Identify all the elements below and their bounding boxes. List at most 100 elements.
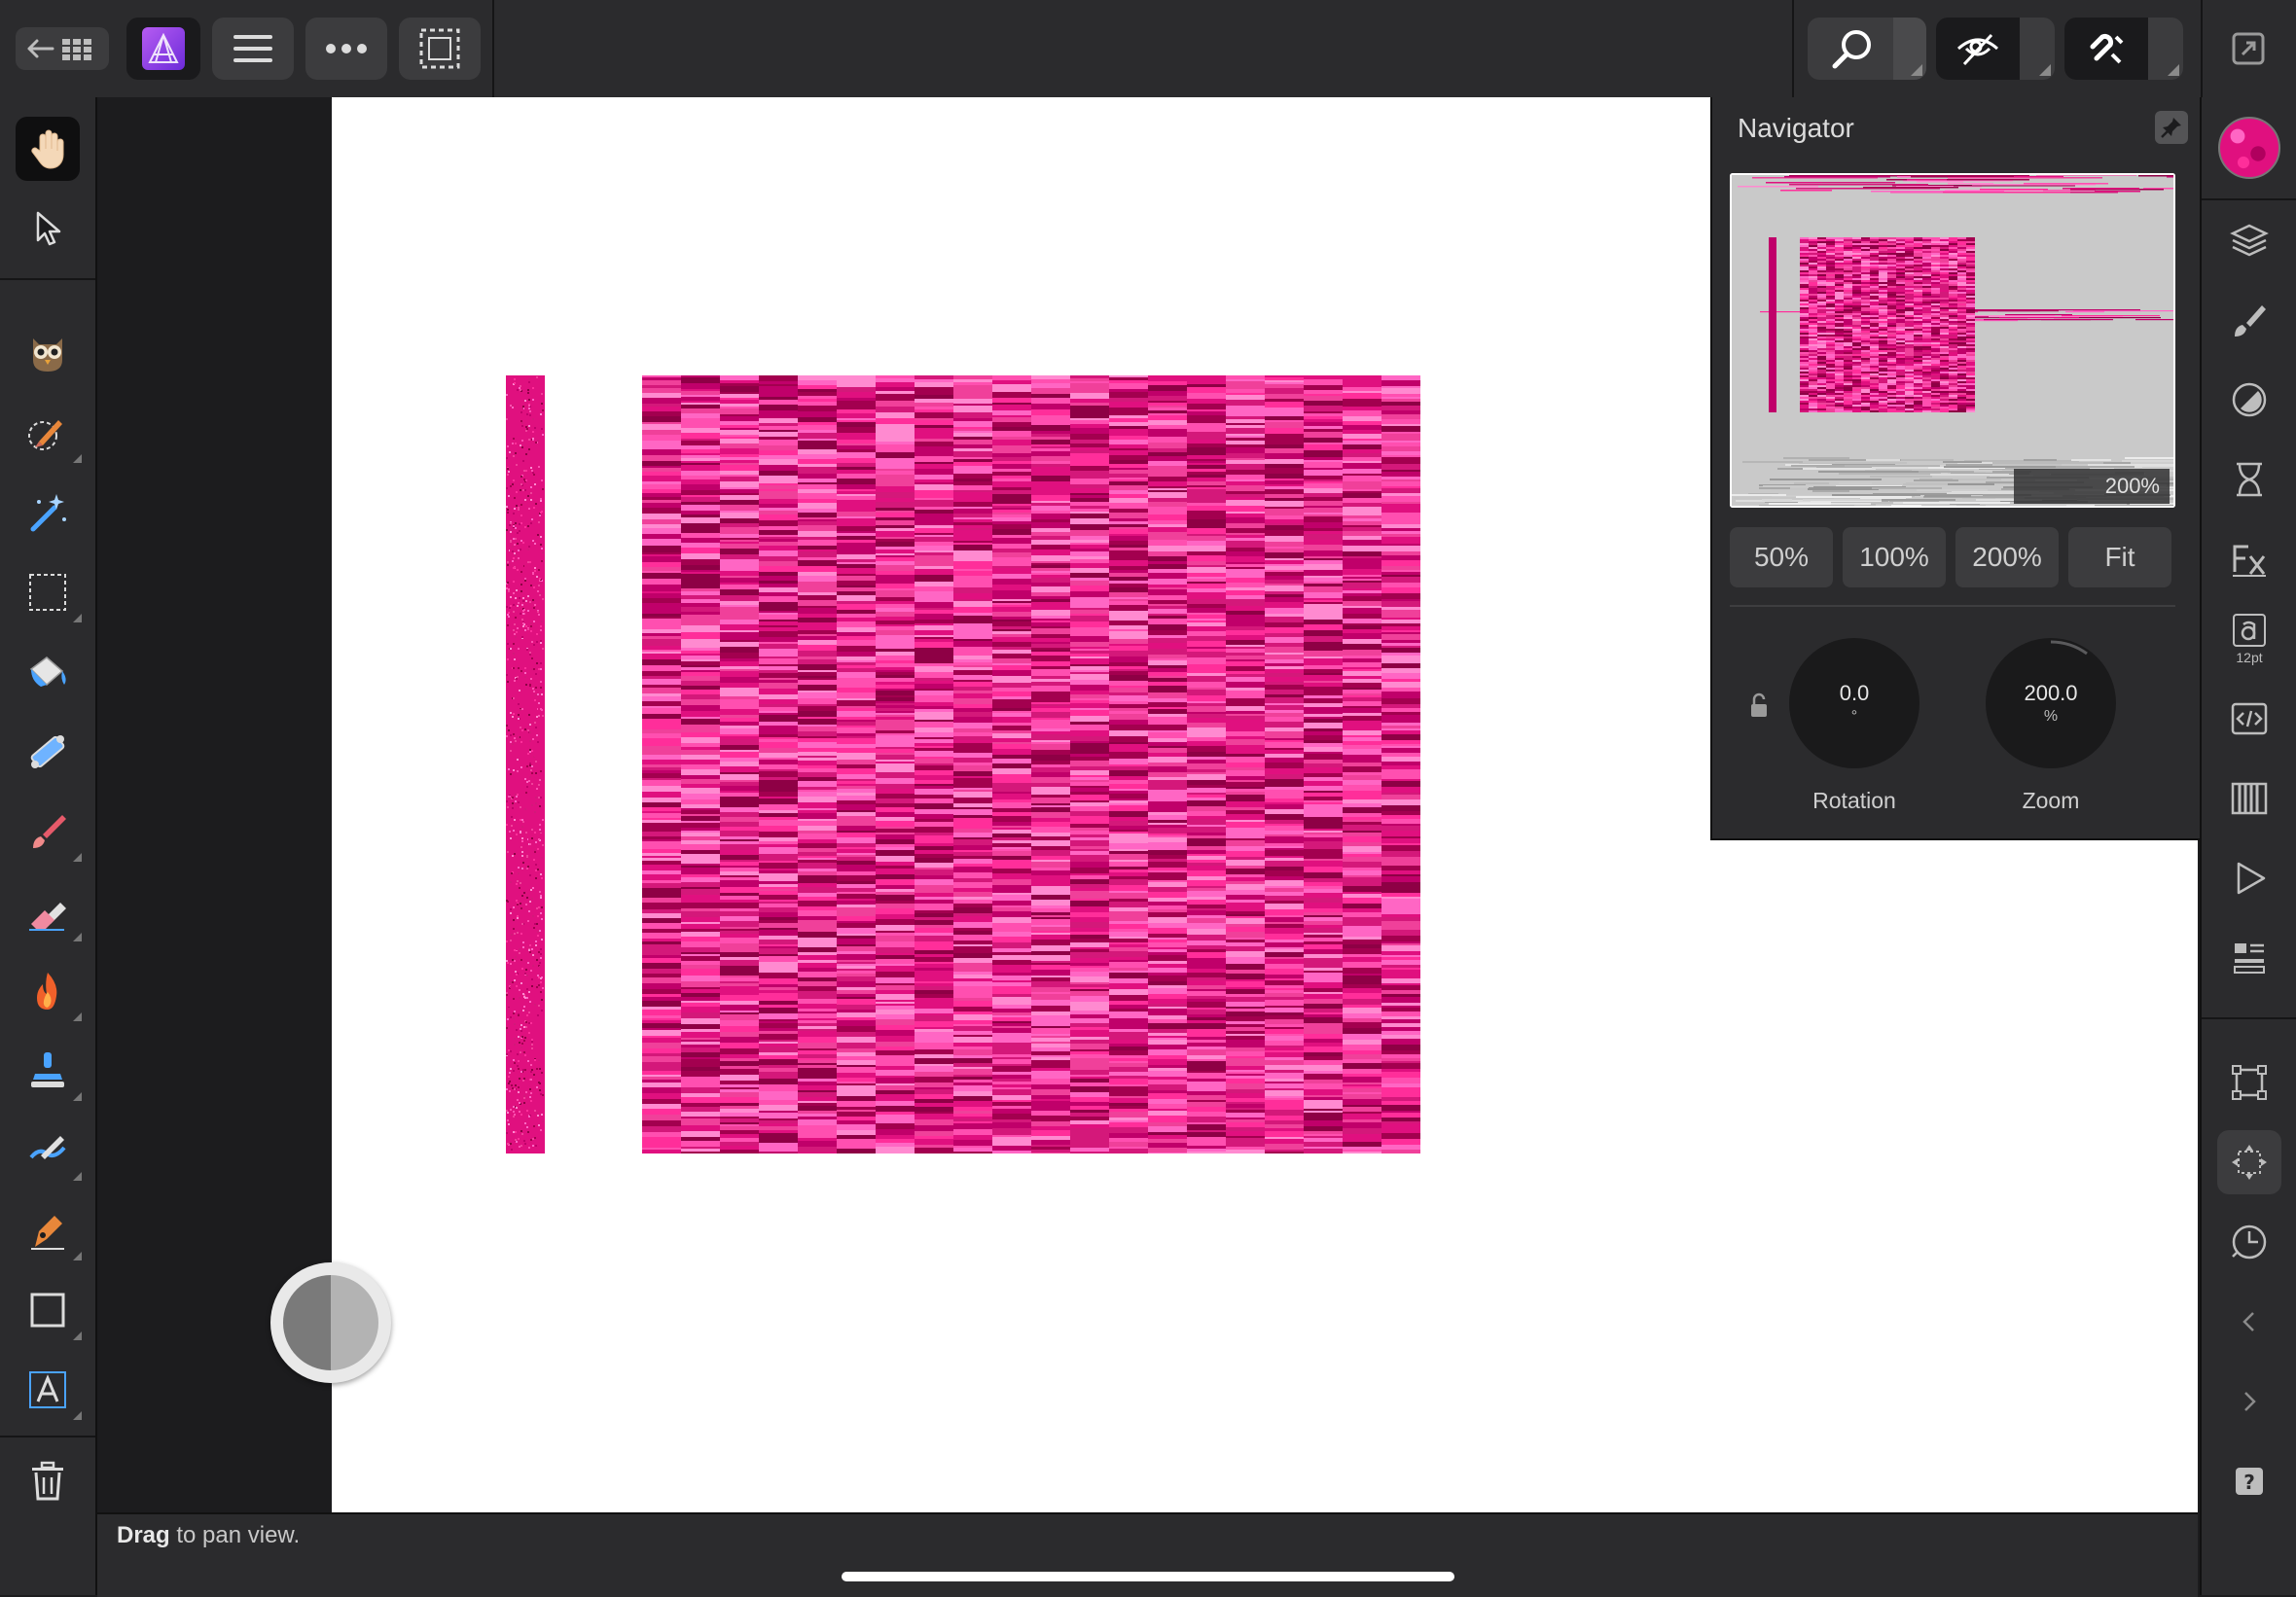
menu-button[interactable] (212, 18, 294, 80)
more-button[interactable] (305, 18, 387, 80)
brushes-icon (2229, 300, 2270, 340)
pen-tool[interactable] (16, 1198, 80, 1262)
status-hint-text: to pan view. (170, 1522, 300, 1548)
text-a-icon (26, 1368, 69, 1411)
back-to-gallery-button[interactable] (16, 27, 109, 70)
clock-icon (2229, 1222, 2270, 1262)
gradient-tool[interactable] (16, 720, 80, 784)
zoom-tool-button[interactable] (1808, 18, 1926, 80)
selection-button[interactable] (399, 18, 481, 80)
adjustments-icon (2229, 379, 2270, 420)
play-studio-button[interactable] (2217, 846, 2281, 910)
brushes-studio-button[interactable] (2217, 288, 2281, 352)
zoom-icon (1829, 25, 1876, 72)
code-icon (2229, 698, 2270, 739)
zoom-200-button[interactable]: 200% (1955, 527, 2059, 587)
channels-studio-button[interactable] (2217, 766, 2281, 831)
artistic-text-tool[interactable] (16, 1358, 80, 1422)
smudge-brush-tool[interactable] (16, 1118, 80, 1183)
text-size-label: 12pt (2236, 650, 2262, 665)
pink-noise-square[interactable] (642, 375, 1420, 1153)
marquee-icon (26, 571, 69, 614)
zoom-dial[interactable]: 200.0 % (1986, 638, 2116, 768)
rotation-label: Rotation (1757, 788, 1952, 814)
selection-brush-tool[interactable] (16, 401, 80, 465)
fx-icon (2229, 539, 2270, 580)
top-toolbar (0, 0, 2296, 99)
studio-divider (2202, 198, 2296, 200)
hourglass-icon (2229, 459, 2270, 500)
pointer-arrow-icon (30, 209, 65, 248)
adjustments-studio-button[interactable] (2217, 368, 2281, 432)
home-indicator[interactable] (842, 1572, 1454, 1581)
studio-divider (2202, 1017, 2296, 1019)
pin-panel-button[interactable] (2155, 111, 2188, 144)
layers-studio-button[interactable] (2217, 208, 2281, 272)
pink-noise-strip[interactable] (506, 375, 545, 1153)
dropdown-corner (73, 454, 82, 463)
view-mode-icon (1955, 29, 2001, 68)
studio-bar: 12pt (2200, 97, 2296, 1595)
hand-icon (26, 127, 69, 170)
rotation-dial[interactable]: 0.0 ° (1789, 638, 1919, 768)
tools-divider (0, 1436, 95, 1437)
panels-studio-button[interactable] (2217, 926, 2281, 990)
preview-zoom-label: 200% (2014, 469, 2170, 504)
history-studio-button[interactable] (2217, 447, 2281, 512)
fx-studio-button[interactable] (2217, 527, 2281, 591)
paint-brush-tool[interactable] (16, 799, 80, 864)
help-button[interactable]: ? (2217, 1449, 2281, 1513)
channels-icon (2229, 778, 2270, 819)
fullscreen-button[interactable] (2216, 18, 2280, 80)
text-styles-studio-button[interactable]: 12pt (2217, 607, 2281, 671)
status-hint: Drag to pan view. (117, 1522, 300, 1549)
delete-button[interactable] (16, 1449, 80, 1513)
smudge-icon (25, 1128, 70, 1173)
tools-panel (0, 97, 97, 1595)
color-swatch-button[interactable] (2218, 117, 2280, 179)
toolbar-divider (1792, 0, 1794, 97)
erase-brush-tool[interactable] (16, 879, 80, 943)
dropdown-corner (2168, 64, 2179, 76)
navigator-studio-button[interactable] (2217, 1130, 2281, 1194)
persona-button[interactable] (126, 18, 200, 80)
context-hint-bar: Drag to pan view. (97, 1512, 2198, 1597)
hand-tool[interactable] (16, 117, 80, 181)
paintbrush-icon (25, 809, 70, 854)
rectangle-tool[interactable] (16, 1278, 80, 1342)
dropdown-corner (73, 1092, 82, 1101)
burn-brush-tool[interactable] (16, 959, 80, 1023)
rectangular-marquee-tool[interactable] (16, 560, 80, 624)
paint-mixer-brush-tool[interactable] (16, 321, 80, 385)
rectangle-shape-icon (26, 1289, 69, 1331)
navigator-preview[interactable]: 200% (1730, 173, 2175, 508)
back-arrow-grid-icon (23, 34, 101, 63)
snapping-button[interactable] (2064, 18, 2183, 80)
rotation-lock-toggle[interactable] (1749, 692, 1769, 718)
flame-icon (25, 969, 70, 1013)
time-studio-button[interactable] (2217, 1210, 2281, 1274)
zoom-label: Zoom (1954, 788, 2148, 814)
move-tool[interactable] (16, 196, 80, 261)
expand-icon (2231, 31, 2266, 66)
clone-brush-tool[interactable] (16, 1039, 80, 1103)
zoom-100-button[interactable]: 100% (1843, 527, 1946, 587)
dropdown-corner (73, 933, 82, 941)
zoom-fit-button[interactable]: Fit (2068, 527, 2171, 587)
view-mode-button[interactable] (1936, 18, 2055, 80)
play-icon (2229, 858, 2270, 899)
paint-bucket-icon (25, 650, 70, 694)
selection-marquee-icon (418, 27, 461, 70)
flood-fill-tool[interactable] (16, 640, 80, 704)
view-rectangle[interactable] (1730, 173, 2175, 508)
tools-divider (0, 278, 95, 280)
flood-select-tool[interactable] (16, 480, 80, 545)
macro-studio-button[interactable] (2217, 687, 2281, 751)
zoom-50-button[interactable]: 50% (1730, 527, 1833, 587)
owl-icon (25, 331, 70, 375)
expand-right-button[interactable] (2217, 1369, 2281, 1434)
collapse-left-button[interactable] (2217, 1290, 2281, 1354)
modifier-button[interactable] (270, 1262, 391, 1383)
zoom-dial-arc (1986, 638, 2116, 768)
transform-studio-button[interactable] (2217, 1050, 2281, 1115)
